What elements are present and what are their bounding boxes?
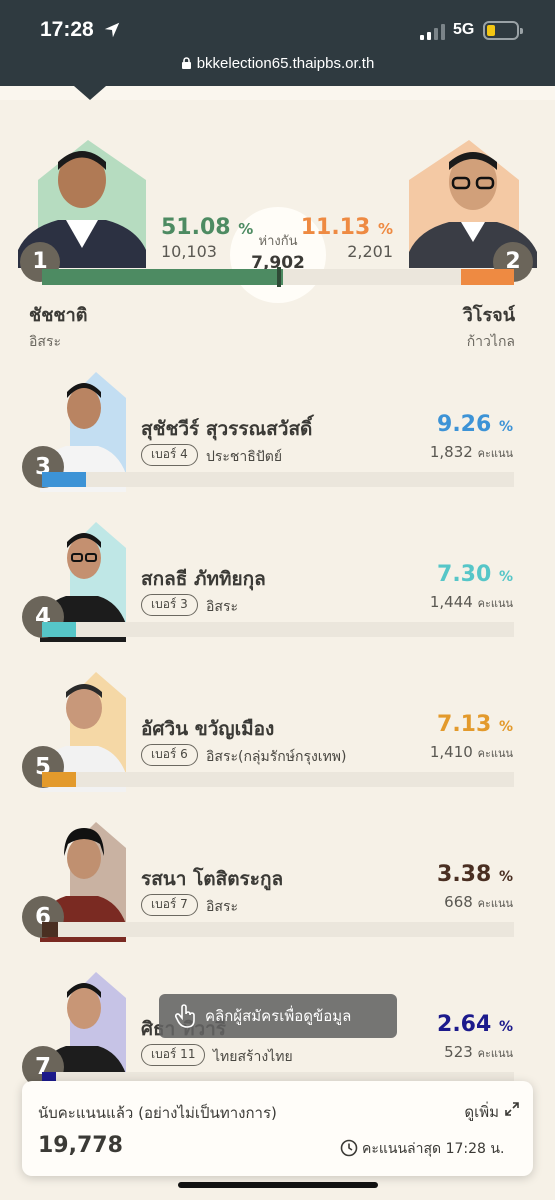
count-status-label: นับคะแนนแล้ว (อย่างไม่เป็นทางการ) [38,1104,277,1122]
candidate-1-party: อิสระ [29,334,61,350]
total-votes-counted: 19,778 [38,1133,123,1158]
candidate-percent: 9.26 % [437,412,513,437]
candidate-votes: 1,410 คะแนน [429,743,513,761]
candidate-name[interactable]: สกลธี ภัททิยกุล [141,564,266,594]
clock-icon [340,1139,358,1157]
candidate-party: อิสระ [206,899,238,915]
expand-icon[interactable] [505,1102,519,1116]
majority-marker [277,267,281,287]
tooltip-text: คลิกผู้สมัครเพื่อดูข้อมูล [205,1007,352,1025]
menu-notch [74,86,106,100]
candidate-1-name[interactable]: ชัชชาติ [29,300,87,329]
head-to-head-bar [42,267,514,287]
candidate-row[interactable]: 6 รสนา โตสิตระกูล เบอร์ 7 อิสระ 3.38 % 6… [0,822,555,962]
candidate-row[interactable]: 3 สุชัชวีร์ สุวรรณสวัสดิ์ เบอร์ 4 ประชาธ… [0,372,555,512]
candidate-vote-bar-fill [42,922,58,937]
candidate-vote-bar [42,622,514,637]
candidate-votes: 523 คะแนน [444,1043,513,1061]
candidate-row[interactable]: 4 สกลธี ภัททิยกุล เบอร์ 3 อิสระ 7.30 % 1… [0,522,555,662]
candidate-2-votes: 2,201 [347,242,393,261]
candidate-ballot-number: เบอร์ 6 [141,744,198,766]
candidate-percent: 2.64 % [437,1012,513,1037]
network-type: 5G [453,21,475,38]
candidate-name[interactable]: รสนา โตสิตระกูล [141,864,283,894]
hand-pointer-icon [175,1004,195,1028]
url-text: bkkelection65.thaipbs.or.th [196,55,375,72]
candidate-party: อิสระ(กลุ่มรักษ์กรุงเทพ) [206,749,347,765]
signal-icon [420,24,445,40]
browser-top-bar: 17:28 5G bkkelection65.thaipbs.or.th [0,0,555,86]
candidate-vote-bar [42,472,514,487]
status-time: 17:28 [40,18,94,41]
candidate-name[interactable]: อัศวิน ขวัญเมือง [141,714,274,744]
tap-hint-tooltip: คลิกผู้สมัครเพื่อดูข้อมูล [159,994,397,1038]
home-indicator [178,1182,378,1188]
candidate-1-votes: 10,103 [161,242,217,261]
candidate-party: อิสระ [206,599,238,615]
head-to-head[interactable]: 1 2 ห่างกัน 7,902 51.08 % 10,103 11.13 %… [0,100,555,360]
see-more-link[interactable]: ดูเพิ่ม [464,1100,499,1124]
candidate-vote-bar-fill [42,772,76,787]
vote-count-summary: นับคะแนนแล้ว (อย่างไม่เป็นทางการ) ดูเพิ่… [22,1081,533,1176]
candidate-1-bar-fill [42,269,284,285]
candidate-votes: 1,832 คะแนน [429,443,513,461]
candidate-2-percent: 11.13 % [300,215,393,240]
candidate-percent: 7.13 % [437,712,513,737]
candidate-vote-bar-fill [42,622,77,637]
candidate-vote-bar [42,772,514,787]
candidate-vote-bar [42,922,514,937]
location-arrow-icon [104,22,120,38]
candidate-2-bar-fill [461,269,514,285]
candidate-party: ไทยสร้างไทย [213,1049,293,1065]
last-updated: คะแนนล่าสุด 17:28 น. [362,1141,505,1157]
lock-icon [181,57,191,69]
candidate-2-name[interactable]: วิโรจน์ [463,300,515,329]
candidate-row[interactable]: 5 อัศวิน ขวัญเมือง เบอร์ 6 อิสระ(กลุ่มรั… [0,672,555,812]
candidate-party: ประชาธิปัตย์ [206,449,283,465]
candidate-ballot-number: เบอร์ 11 [141,1044,206,1066]
candidate-ballot-number: เบอร์ 7 [141,894,198,916]
candidate-votes: 668 คะแนน [444,893,513,911]
battery-icon [483,21,523,40]
candidate-ballot-number: เบอร์ 4 [141,444,198,466]
address-bar[interactable]: bkkelection65.thaipbs.or.th [0,55,555,72]
candidate-name[interactable]: สุชัชวีร์ สุวรรณสวัสดิ์ [141,414,312,444]
candidate-percent: 7.30 % [437,562,513,587]
candidate-ballot-number: เบอร์ 3 [141,594,198,616]
candidate-votes: 1,444 คะแนน [429,593,513,611]
candidate-percent: 3.38 % [437,862,513,887]
candidate-1-percent: 51.08 % [161,215,254,240]
candidate-vote-bar-fill [42,472,86,487]
candidate-2-party: ก้าวไกล [466,334,515,350]
